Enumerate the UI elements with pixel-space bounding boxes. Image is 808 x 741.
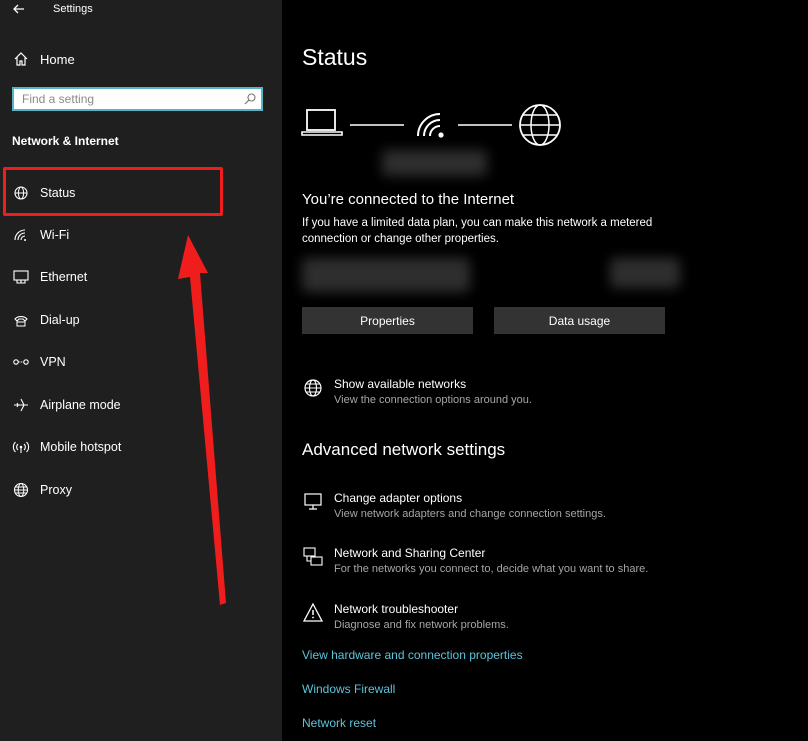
link-title: Network troubleshooter [334, 602, 459, 616]
page-title: Status [302, 44, 368, 70]
redacted-network-name [382, 150, 487, 176]
link-subtitle: View network adapters and change connect… [334, 508, 606, 520]
section-title: Network & Internet [12, 134, 119, 148]
app-title: Settings [53, 3, 93, 15]
sidebar-item-label: Mobile hotspot [40, 440, 122, 454]
globe-icon [519, 104, 561, 146]
link-title: Change adapter options [334, 491, 463, 505]
search-icon[interactable] [243, 92, 257, 106]
main-panel: Status You’re connected to the Internet … [282, 0, 808, 741]
sidebar-item-label: VPN [40, 355, 66, 369]
network-reset-link[interactable]: Network reset [302, 716, 376, 730]
view-hardware-properties-link[interactable]: View hardware and connection properties [302, 648, 523, 662]
link-title: Show available networks [334, 377, 467, 391]
search-input[interactable] [22, 92, 232, 106]
back-button[interactable] [10, 0, 30, 18]
connection-status-title: You’re connected to the Internet [302, 191, 515, 208]
data-usage-button[interactable]: Data usage [494, 307, 665, 334]
link-title: Network and Sharing Center [334, 546, 486, 560]
sidebar-item-label: Proxy [40, 483, 72, 497]
home-icon [14, 52, 28, 66]
advanced-settings-heading: Advanced network settings [302, 440, 506, 459]
annotation-highlight-box [3, 167, 223, 216]
sharing-center-icon [303, 547, 323, 566]
properties-button[interactable]: Properties [302, 307, 473, 334]
home-label: Home [40, 51, 75, 67]
sidebar-item-label: Ethernet [40, 270, 88, 284]
link-subtitle: View the connection options around you. [334, 394, 532, 406]
windows-firewall-link[interactable]: Windows Firewall [302, 682, 395, 696]
globe-icon [13, 482, 29, 498]
connection-status-description: If you have a limited data plan, you can… [302, 217, 653, 245]
laptop-icon [301, 109, 343, 136]
search-box[interactable] [12, 87, 263, 111]
adapter-monitor-icon [304, 493, 322, 510]
redacted-network-info [610, 258, 680, 288]
sidebar: Settings Home Network & Internet Status … [0, 0, 282, 741]
warning-triangle-icon [302, 602, 324, 622]
network-diagram [301, 104, 561, 146]
ethernet-icon [13, 270, 29, 284]
wifi-icon [417, 113, 444, 138]
title-bar: Settings [0, 0, 282, 20]
airplane-icon [14, 398, 28, 412]
vpn-icon [13, 359, 29, 365]
sidebar-item-label: Airplane mode [40, 398, 121, 412]
wifi-icon [14, 229, 26, 241]
annotation-arrow [178, 235, 226, 605]
dial-up-icon [14, 316, 28, 327]
link-subtitle: For the networks you connect to, decide … [334, 563, 649, 575]
link-subtitle: Diagnose and fix network problems. [334, 619, 509, 631]
hotspot-icon [12, 441, 30, 453]
globe-icon [304, 379, 322, 397]
sidebar-item-label: Wi-Fi [40, 228, 70, 242]
home-nav-item[interactable]: Home [12, 48, 262, 70]
sidebar-item-label: Dial-up [40, 313, 80, 327]
back-arrow-icon [13, 4, 24, 14]
redacted-network-info [302, 258, 470, 292]
